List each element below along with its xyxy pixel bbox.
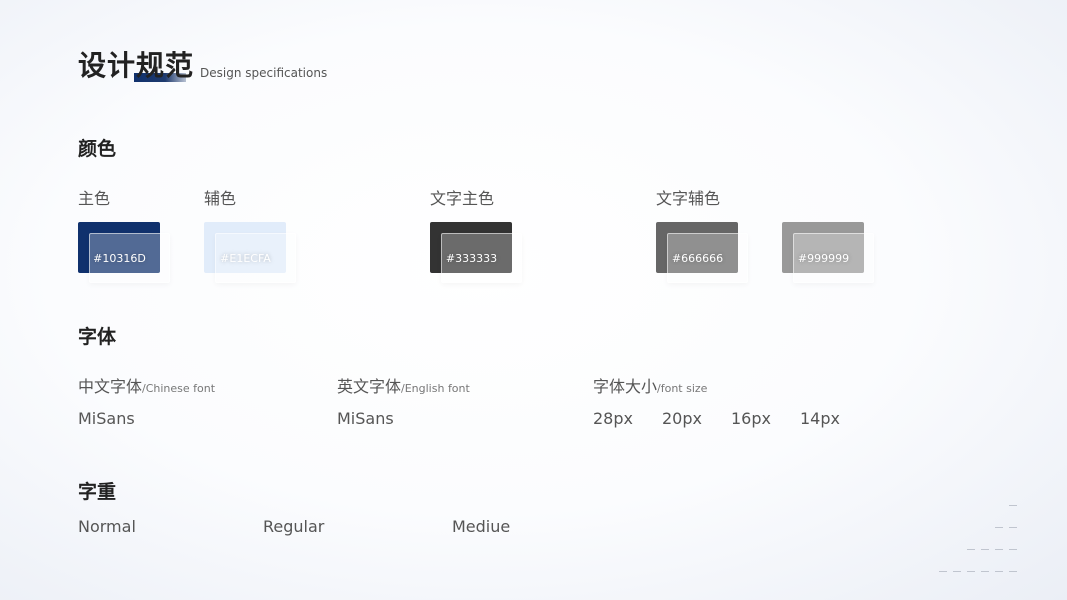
chinese-font-heading: 中文字体/Chinese font bbox=[78, 373, 215, 397]
swatch-text-secondary-dark-overlay: #666666 bbox=[667, 233, 748, 283]
weight-normal: Normal bbox=[78, 517, 136, 536]
text-primary-color-label: 文字主色 bbox=[430, 189, 495, 208]
font-size-heading: 字体大小/font size bbox=[593, 373, 707, 397]
page-header: 设计规范 Design specifications bbox=[78, 48, 327, 84]
swatch-secondary-hex: #E1ECFA bbox=[220, 252, 271, 265]
font-size-item: 20px bbox=[661, 409, 702, 428]
page-subtitle: Design specifications bbox=[200, 66, 328, 80]
decor-dash bbox=[967, 549, 975, 550]
swatch-text-primary-hex: #333333 bbox=[445, 252, 498, 265]
weight-regular: Regular bbox=[263, 517, 325, 536]
chinese-font-sublabel: /Chinese font bbox=[142, 382, 216, 395]
chinese-font-value: MiSans bbox=[78, 409, 135, 428]
colors-section-title: 颜色 bbox=[78, 138, 117, 160]
chinese-font-label: 中文字体 bbox=[78, 377, 143, 396]
decor-dash bbox=[995, 527, 1003, 528]
weights-section-title: 字重 bbox=[78, 481, 117, 503]
font-size-item: 28px bbox=[593, 409, 633, 428]
decor-dash bbox=[981, 549, 989, 550]
decor-dash bbox=[1009, 505, 1017, 506]
decor-dash bbox=[1009, 571, 1017, 572]
swatch-primary-overlay: #10316D bbox=[89, 233, 170, 283]
english-font-sublabel: /English font bbox=[401, 382, 470, 395]
decor-dash bbox=[967, 571, 975, 572]
weight-medium: Mediue bbox=[452, 517, 511, 536]
font-size-item: 16px bbox=[730, 409, 771, 428]
swatch-text-secondary-light-hex: #999999 bbox=[797, 252, 850, 265]
english-font-label: 英文字体 bbox=[337, 377, 402, 396]
decor-dash-row-2 bbox=[995, 527, 1017, 528]
decor-dash-row-3 bbox=[967, 549, 1017, 550]
page-title-text: 设计规范 bbox=[78, 49, 195, 82]
fonts-section-title: 字体 bbox=[78, 326, 117, 348]
font-size-list: 28px 20px 16px 14px bbox=[593, 409, 840, 428]
swatch-primary-hex: #10316D bbox=[93, 252, 146, 265]
decor-dash bbox=[981, 571, 989, 572]
swatch-secondary-overlay: #E1ECFA bbox=[215, 233, 296, 283]
decor-dash bbox=[939, 571, 947, 572]
english-font-heading: 英文字体/English font bbox=[337, 373, 470, 397]
font-size-label: 字体大小 bbox=[593, 377, 658, 396]
page-title: 设计规范 bbox=[78, 48, 194, 84]
secondary-color-label: 辅色 bbox=[204, 189, 237, 208]
decor-dash bbox=[1009, 527, 1017, 528]
swatch-text-primary-overlay: #333333 bbox=[441, 233, 522, 283]
english-font-value: MiSans bbox=[337, 409, 394, 428]
font-size-sublabel: /font size bbox=[657, 382, 708, 395]
decor-dash bbox=[953, 571, 961, 572]
decor-dash bbox=[995, 549, 1003, 550]
decor-dash bbox=[995, 571, 1003, 572]
swatch-text-secondary-light-overlay: #999999 bbox=[793, 233, 874, 283]
decor-dash bbox=[1009, 549, 1017, 550]
font-size-item: 14px bbox=[799, 409, 840, 428]
decor-dash-row-4 bbox=[939, 571, 1017, 572]
swatch-text-secondary-dark-hex: #666666 bbox=[671, 252, 724, 265]
decor-dash-row-1 bbox=[1009, 505, 1017, 506]
primary-color-label: 主色 bbox=[78, 189, 111, 208]
text-secondary-color-label: 文字辅色 bbox=[656, 189, 721, 208]
